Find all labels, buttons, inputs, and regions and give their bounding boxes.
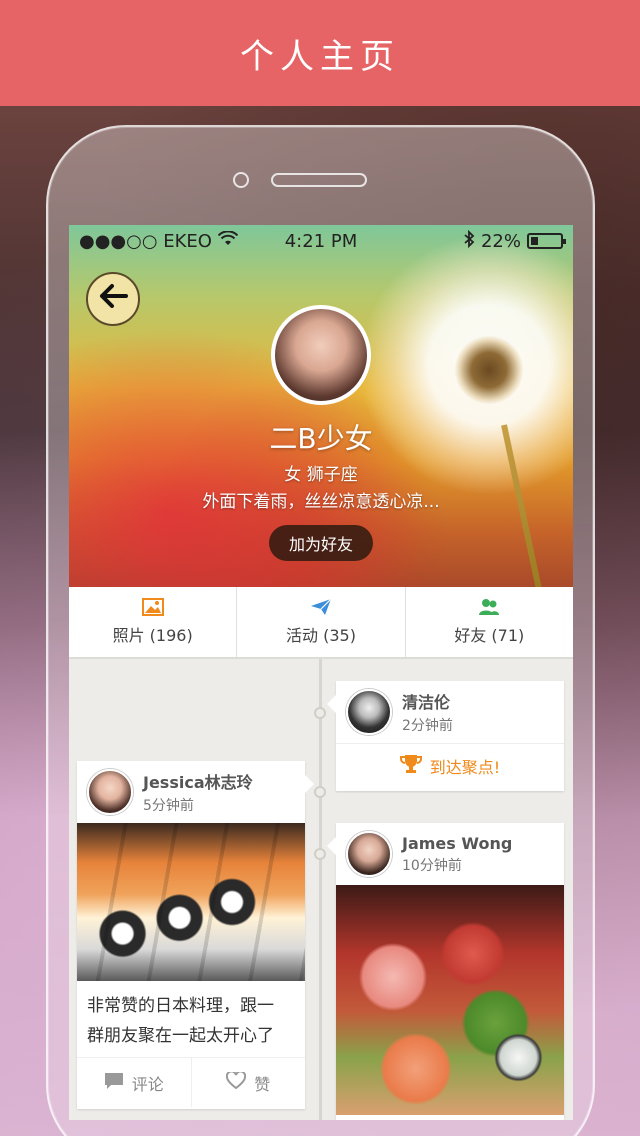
like-label: 赞 [254, 1074, 271, 1094]
speaker-grille [271, 173, 367, 187]
feed-user-name: Jessica林志玲 [143, 773, 253, 792]
post-photo-sashimi[interactable] [336, 885, 564, 1115]
stat-friends[interactable]: 好友 (71) [406, 587, 573, 657]
like-button[interactable]: 赞 [192, 1058, 306, 1107]
stat-photos[interactable]: 照片 (196) [69, 587, 238, 657]
paper-plane-icon [310, 598, 332, 616]
timeline-dot [314, 786, 326, 798]
trophy-icon [399, 753, 422, 779]
phone-screen: ●●●○○ EKEO 4:21 PM 22% 二B少女 女 狮子座 外面下着雨，… [69, 225, 573, 1120]
page-title: 个人主页 [240, 36, 400, 77]
post-text-line: 非常赞的日本料理，跟一 [87, 996, 274, 1016]
post-text-line: 群朋友聚在一起太开心了 [87, 1026, 274, 1046]
heart-icon [226, 1069, 247, 1094]
checkin-status: 到达聚点! [336, 743, 564, 787]
feed-time: 5分钟前 [143, 798, 194, 814]
battery-percent: 22% [480, 230, 521, 252]
bluetooth-icon [463, 229, 475, 253]
stat-photos-label: 照片 (196) [112, 626, 193, 645]
post-actions: 评论 赞 [77, 1057, 305, 1107]
checkin-text: 到达聚点! [429, 757, 501, 777]
feed-card-photo[interactable]: James Wong 10分钟前 [327, 823, 564, 1120]
back-button[interactable] [86, 272, 140, 326]
stat-activities-label: 活动 (35) [286, 626, 356, 645]
dandelion-seedhead [454, 335, 524, 405]
back-arrow-icon [98, 282, 128, 317]
post-text: 非常赞的日本料理，跟一 群朋友聚在一起太开心了 [77, 981, 305, 1057]
camera-icon [233, 172, 249, 188]
profile-gender-sign: 女 狮子座 [284, 465, 358, 485]
user-avatar[interactable] [87, 769, 133, 815]
feed-time: 2分钟前 [402, 718, 453, 734]
add-friend-button[interactable]: 加为好友 [269, 525, 373, 561]
feed-user-name: 清洁伦 [402, 693, 451, 712]
battery-icon [527, 233, 566, 249]
profile-name: 二B少女 [269, 422, 373, 455]
feed-card-post[interactable]: Jessica林志玲 5分钟前 非常赞的日本料理，跟一 群朋友聚在一起太开心了 … [77, 761, 314, 1109]
stat-activities[interactable]: 活动 (35) [237, 587, 406, 657]
profile-bio: 外面下着雨，丝丝凉意透心凉... [202, 492, 440, 512]
feed-card-checkin[interactable]: 清洁伦 2分钟前 到达聚点! [327, 681, 564, 791]
wifi-icon [217, 229, 239, 252]
friends-icon [478, 598, 500, 616]
user-avatar[interactable] [346, 831, 392, 877]
status-bar: ●●●○○ EKEO 4:21 PM 22% [69, 225, 573, 257]
comment-button[interactable]: 评论 [77, 1058, 192, 1107]
post-photo-sushi[interactable] [77, 823, 305, 981]
status-time: 4:21 PM [284, 230, 358, 252]
timeline-line [319, 659, 322, 1120]
feed-time: 10分钟前 [402, 857, 462, 874]
stat-friends-label: 好友 (71) [454, 626, 525, 645]
user-avatar[interactable] [346, 689, 392, 735]
photo-icon [141, 598, 164, 616]
comment-label: 评论 [131, 1074, 164, 1094]
timeline-dot [314, 707, 326, 719]
feed-user-name: James Wong [402, 833, 513, 853]
timeline-dot [314, 848, 326, 860]
page-header: 个人主页 [0, 0, 640, 106]
carrier-signal: ●●●○○ EKEO [79, 230, 212, 252]
profile-stats-bar: 照片 (196) 活动 (35) 好友 (71) [69, 587, 573, 659]
profile-avatar[interactable] [271, 305, 371, 405]
comment-icon [104, 1072, 124, 1094]
